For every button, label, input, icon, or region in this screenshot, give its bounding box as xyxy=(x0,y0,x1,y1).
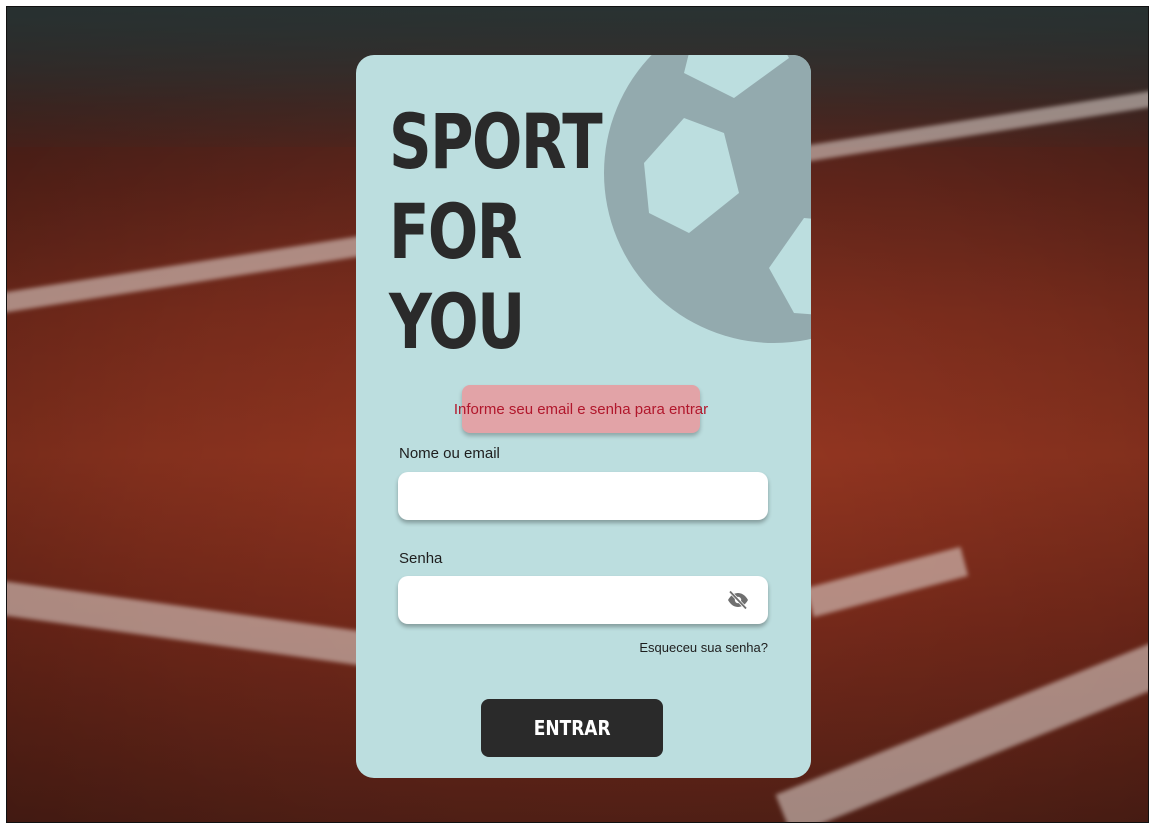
login-card: SPORT FOR YOU Informe seu email e senha … xyxy=(356,55,811,778)
app-title: SPORT FOR YOU xyxy=(389,97,603,367)
app-title-line-3: YOU xyxy=(389,277,525,366)
info-alert: Informe seu email e senha para entrar xyxy=(454,385,708,433)
soccer-ball-icon xyxy=(604,55,811,343)
app-title-line-2: FOR xyxy=(389,187,522,276)
username-label: Nome ou email xyxy=(399,445,500,462)
eye-slash-icon[interactable] xyxy=(726,588,750,612)
background-lane-line xyxy=(7,229,406,315)
password-label: Senha xyxy=(399,550,443,567)
background-lane-line xyxy=(7,577,398,671)
login-button-label: ENTRAR xyxy=(533,716,611,740)
username-input[interactable] xyxy=(398,472,768,520)
background-lane-line xyxy=(805,546,969,618)
background-lane-line xyxy=(775,622,1148,822)
password-input[interactable] xyxy=(398,576,768,624)
forgot-password-link[interactable]: Esqueceu sua senha? xyxy=(639,640,768,655)
app-title-line-1: SPORT xyxy=(389,97,603,186)
login-button[interactable]: ENTRAR xyxy=(481,699,663,757)
